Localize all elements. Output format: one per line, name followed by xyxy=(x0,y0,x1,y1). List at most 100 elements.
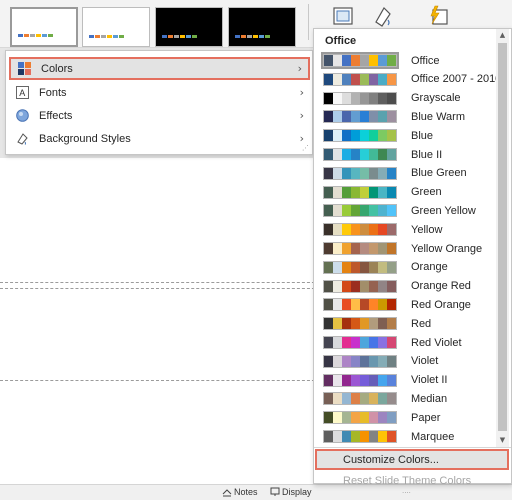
color-palette-option[interactable]: Office xyxy=(321,52,496,69)
palette-swatches xyxy=(323,392,397,406)
scrollbar-thumb[interactable] xyxy=(498,43,507,431)
color-palette-option[interactable]: Office 2007 - 2010 xyxy=(321,71,501,88)
color-swatch xyxy=(333,149,342,160)
theme-color-chip xyxy=(36,34,41,37)
scroll-up-icon[interactable]: ▲ xyxy=(496,29,509,42)
color-palette-option[interactable]: Orange xyxy=(321,259,496,276)
color-swatch xyxy=(351,431,360,442)
palette-swatches xyxy=(323,411,397,425)
color-swatch xyxy=(324,205,333,217)
color-swatch xyxy=(324,55,333,66)
color-palette-option[interactable]: Yellow xyxy=(321,221,496,238)
menu-item-colors[interactable]: Colors › xyxy=(9,57,310,80)
color-palette-option[interactable]: Blue xyxy=(321,127,496,144)
color-swatch xyxy=(342,92,351,104)
color-swatch xyxy=(378,393,387,405)
color-palette-option[interactable]: Red xyxy=(321,315,496,332)
color-swatch xyxy=(324,167,333,179)
color-swatch xyxy=(387,111,396,123)
theme-color-chip xyxy=(30,34,35,37)
color-swatch xyxy=(324,243,333,254)
palette-name: Office xyxy=(411,54,440,67)
color-swatch xyxy=(378,55,387,66)
menu-item-effects[interactable]: Effects › xyxy=(9,104,310,127)
display-settings-button[interactable]: Display xyxy=(270,487,312,497)
theme-color-chip xyxy=(162,35,167,38)
theme-color-strip xyxy=(18,34,53,37)
color-swatch xyxy=(360,205,369,217)
ribbon-separator xyxy=(308,4,309,40)
color-swatch xyxy=(387,167,396,179)
theme-variant-thumbnail[interactable] xyxy=(10,7,78,47)
color-palette-option[interactable]: Blue Warm xyxy=(321,108,496,125)
color-swatch xyxy=(369,167,378,179)
slide-canvas[interactable] xyxy=(0,158,320,484)
color-palette-option[interactable]: Grayscale xyxy=(321,90,496,107)
color-swatch xyxy=(351,149,360,160)
color-swatch xyxy=(369,243,378,254)
theme-variant-thumbnail[interactable] xyxy=(228,7,296,47)
palette-swatches xyxy=(323,354,397,368)
color-palette-option[interactable]: Yellow Orange xyxy=(321,240,496,257)
palette-swatches xyxy=(323,91,397,105)
resize-grip-icon[interactable]: ⋰ xyxy=(302,144,309,152)
theme-variant-thumbnail[interactable] xyxy=(82,7,150,47)
color-swatch xyxy=(342,55,351,66)
scroll-down-icon[interactable]: ▼ xyxy=(496,434,509,447)
color-swatch xyxy=(378,243,387,254)
color-swatch xyxy=(378,73,387,85)
color-palette-option[interactable]: Blue Green xyxy=(321,165,496,182)
color-swatch xyxy=(324,374,333,386)
color-swatch xyxy=(333,243,342,254)
color-swatch xyxy=(351,205,360,217)
format-background-icon[interactable] xyxy=(370,4,396,30)
color-swatch xyxy=(333,130,342,142)
color-palette-option[interactable]: Violet xyxy=(321,353,496,370)
color-swatch xyxy=(369,280,378,292)
theme-color-chip xyxy=(265,35,270,38)
theme-color-chip xyxy=(241,35,246,38)
menu-item-background-styles[interactable]: Background Styles › xyxy=(9,127,310,150)
notes-button[interactable]: Notes xyxy=(222,487,258,497)
palette-name: Green xyxy=(411,186,442,199)
color-swatch xyxy=(360,299,369,311)
color-palette-option[interactable]: Paper xyxy=(321,409,496,426)
color-palette-option[interactable]: Violet II xyxy=(321,372,496,389)
color-palette-option[interactable]: Green xyxy=(321,184,496,201)
color-swatch xyxy=(342,149,351,160)
resize-dots-icon[interactable]: .... xyxy=(402,487,411,495)
color-swatch xyxy=(360,412,369,424)
color-palette-option[interactable]: Blue II xyxy=(321,146,496,163)
theme-color-chip xyxy=(168,35,173,38)
theme-variant-thumbnail[interactable] xyxy=(155,7,223,47)
color-palette-option[interactable]: Red Violet xyxy=(321,334,496,351)
theme-color-strip xyxy=(162,35,197,38)
color-palette-option[interactable]: Marquee xyxy=(321,428,496,445)
palette-swatches xyxy=(323,279,397,293)
theme-color-chip xyxy=(180,35,185,38)
color-swatch xyxy=(369,205,378,217)
customize-colors-button[interactable]: Customize Colors... xyxy=(315,449,509,470)
color-swatch xyxy=(351,374,360,386)
color-swatch xyxy=(324,299,333,311)
color-swatch xyxy=(369,261,378,273)
color-palette-option[interactable]: Red Orange xyxy=(321,296,496,313)
color-palette-option[interactable]: Green Yellow xyxy=(321,202,496,219)
palette-swatches xyxy=(323,336,397,349)
color-swatch xyxy=(324,92,333,104)
color-swatch xyxy=(342,261,351,273)
color-swatch xyxy=(369,431,378,442)
scrollbar[interactable]: ▲ ▼ xyxy=(496,29,509,447)
color-swatch xyxy=(369,224,378,236)
color-swatch xyxy=(333,261,342,273)
slide-size-icon[interactable] xyxy=(330,4,356,30)
theme-color-chip xyxy=(186,35,191,38)
color-palette-option[interactable]: Orange Red xyxy=(321,278,496,295)
color-swatch xyxy=(342,224,351,236)
color-palette-option[interactable]: Median xyxy=(321,390,496,407)
color-swatch xyxy=(324,355,333,367)
menu-item-fonts[interactable]: A Fonts › xyxy=(9,81,310,104)
color-swatch xyxy=(387,130,396,142)
designer-icon[interactable] xyxy=(425,4,451,30)
color-swatch xyxy=(333,92,342,104)
